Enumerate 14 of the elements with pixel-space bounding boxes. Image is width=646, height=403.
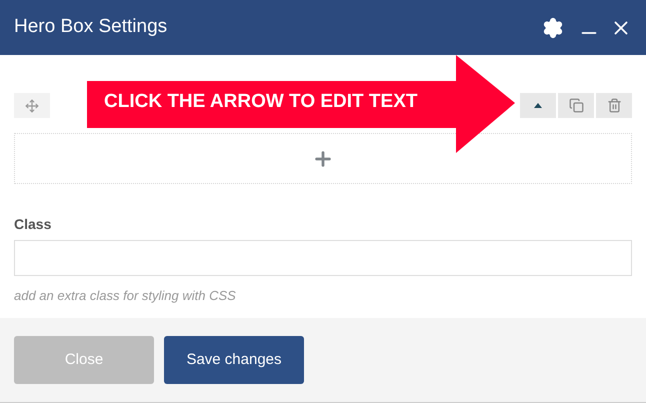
duplicate-button[interactable] — [558, 93, 594, 118]
copy-icon — [568, 98, 584, 113]
trash-icon — [606, 98, 622, 113]
class-input[interactable] — [14, 240, 632, 276]
save-button[interactable]: Save changes — [164, 336, 304, 384]
field-label: Class — [14, 215, 52, 234]
delete-button[interactable] — [596, 93, 632, 118]
caret-icon — [534, 103, 542, 108]
drag-handle[interactable] — [14, 93, 50, 118]
help-text: add an extra class for styling with CSS — [14, 287, 237, 305]
window-title: Hero Box Settings — [14, 15, 168, 40]
collapse-button[interactable] — [520, 93, 556, 118]
move-icon — [25, 98, 39, 112]
callout-text: CLICK THE ARROW TO EDIT TEXT — [104, 92, 418, 111]
